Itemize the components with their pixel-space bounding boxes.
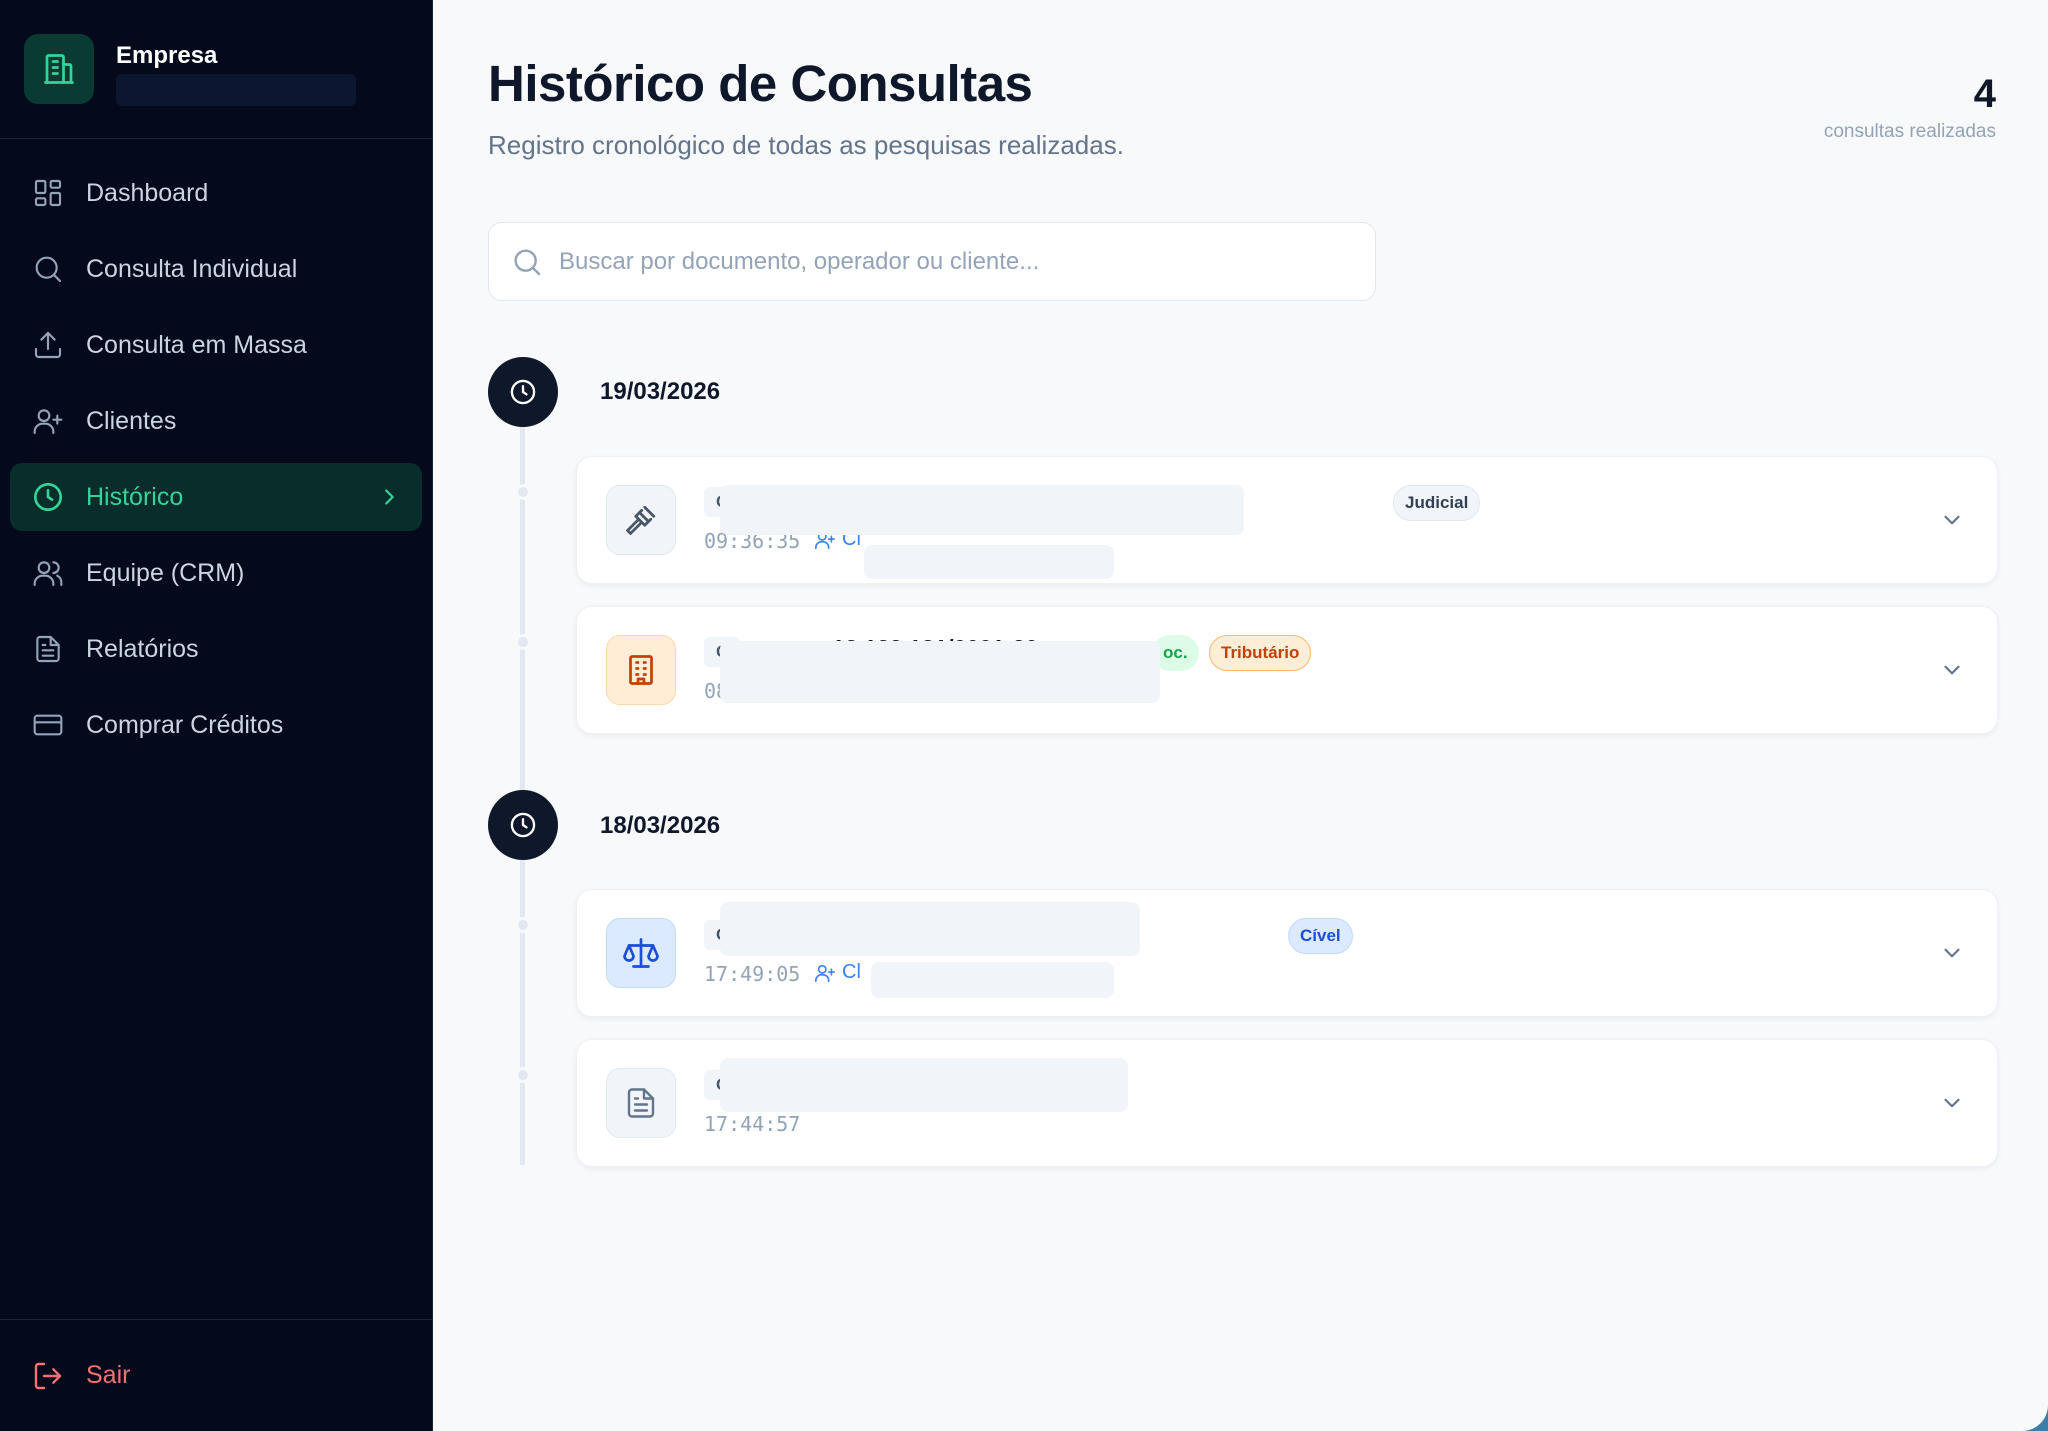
credit-card-icon: [33, 714, 63, 736]
date-label: 19/03/2026: [600, 378, 721, 405]
date-marker: [488, 790, 558, 860]
sidebar-item-equipe-crm[interactable]: Equipe (CRM): [10, 539, 422, 607]
search-icon: [35, 256, 62, 283]
dashboard-icon: [34, 179, 62, 207]
timeline-dot: [515, 917, 531, 933]
timeline-dot: [515, 1067, 531, 1083]
users-icon: [33, 561, 63, 587]
count-label: consultas realizadas: [1823, 121, 1996, 142]
page-subtitle: Registro cronológico de todas as pesquis…: [488, 130, 1124, 160]
chevron-down-icon[interactable]: [1939, 507, 1965, 533]
sidebar-item-label: Consulta Individual: [86, 254, 298, 283]
sidebar-item-label: Dashboard: [86, 178, 209, 207]
sidebar-item-relatorios[interactable]: Relatórios: [10, 615, 422, 683]
history-card[interactable]: C 12.123.121/0001-20 oc. Tributário 08: [576, 606, 1998, 734]
card-client: Cl: [814, 961, 861, 984]
sidebar-item-clientes[interactable]: Clientes: [10, 387, 422, 455]
search-icon: [514, 248, 541, 275]
redacted-block: [720, 1058, 1128, 1112]
user-plus-icon: [815, 964, 835, 982]
report-icon: [36, 635, 60, 663]
main-content: Histórico de Consultas Registro cronológ…: [433, 0, 2048, 1431]
history-card[interactable]: C Judicial 09:36:35 Cl: [576, 456, 1998, 584]
sidebar-item-comprar-creditos[interactable]: Comprar Créditos: [10, 691, 422, 759]
page-title: Histórico de Consultas: [488, 55, 1033, 112]
sidebar-item-consulta-em-massa[interactable]: Consulta em Massa: [10, 311, 422, 379]
card-time: 17:49:05: [704, 962, 801, 986]
card-time: 17:44:57: [704, 1112, 801, 1136]
date-marker: [488, 357, 558, 427]
redacted-block: [871, 962, 1114, 998]
app-window: Empresa Dashboard Consulta Individual Co…: [0, 0, 2048, 1431]
sidebar-item-label: Relatórios: [86, 634, 199, 663]
date-label: 18/03/2026: [600, 812, 721, 839]
upload-icon: [34, 331, 62, 359]
count-number: 4: [1973, 72, 1996, 116]
category-badge: Cível: [1288, 918, 1353, 954]
sidebar: Empresa Dashboard Consulta Individual Co…: [0, 0, 433, 1431]
sidebar-item-label: Consulta em Massa: [86, 330, 307, 359]
logout-label: Sair: [86, 1361, 131, 1389]
logout-button[interactable]: Sair: [0, 1319, 432, 1431]
card-icon: [606, 635, 676, 705]
gavel-icon: [626, 505, 656, 535]
building-icon: [629, 655, 653, 685]
chevron-down-icon[interactable]: [1939, 657, 1965, 683]
sidebar-nav: Dashboard Consulta Individual Consulta e…: [0, 139, 432, 759]
sidebar-item-historico[interactable]: Histórico: [10, 463, 422, 531]
scale-icon: [623, 938, 659, 968]
clock-icon: [34, 483, 62, 511]
brand-name: Empresa: [116, 42, 218, 69]
consultas-count: 4 consultas realizadas: [1824, 72, 1996, 143]
redacted-block: [864, 545, 1114, 579]
logout-icon: [34, 1362, 62, 1389]
history-card[interactable]: C 17:44:57: [576, 1039, 1998, 1167]
card-icon: [606, 485, 676, 555]
timeline-dot: [515, 484, 531, 500]
timeline-line: [520, 400, 525, 1165]
clock-icon: [510, 379, 536, 405]
building-logo-icon: [24, 34, 94, 104]
category-badge: Judicial: [1393, 485, 1481, 521]
sidebar-item-label: Clientes: [86, 406, 177, 435]
search-box[interactable]: [488, 222, 1376, 301]
category-badge: Tributário: [1209, 635, 1312, 671]
chevron-right-icon: [385, 489, 394, 505]
sidebar-item-label: Histórico: [86, 482, 184, 511]
redacted-block: [720, 485, 1244, 535]
sidebar-item-consulta-individual[interactable]: Consulta Individual: [10, 235, 422, 303]
brand-subtitle-redacted: [116, 74, 356, 106]
card-icon: [606, 918, 676, 988]
search-input[interactable]: [559, 247, 1359, 276]
brand-header: Empresa: [0, 0, 432, 139]
sidebar-item-label: Comprar Créditos: [86, 710, 284, 739]
user-plus-icon: [33, 409, 63, 435]
redacted-block: [720, 641, 1160, 703]
client-name: Cl: [842, 961, 861, 983]
history-card[interactable]: C Cível 17:49:05 Cl: [576, 889, 1998, 1017]
sidebar-item-dashboard[interactable]: Dashboard: [10, 159, 422, 227]
document-icon: [627, 1088, 655, 1118]
redacted-block: [720, 902, 1140, 956]
timeline-dot: [515, 634, 531, 650]
clock-icon: [510, 812, 536, 838]
sidebar-item-label: Equipe (CRM): [86, 558, 245, 587]
chevron-down-icon[interactable]: [1939, 1090, 1965, 1116]
card-icon: [606, 1068, 676, 1138]
chevron-down-icon[interactable]: [1939, 940, 1965, 966]
